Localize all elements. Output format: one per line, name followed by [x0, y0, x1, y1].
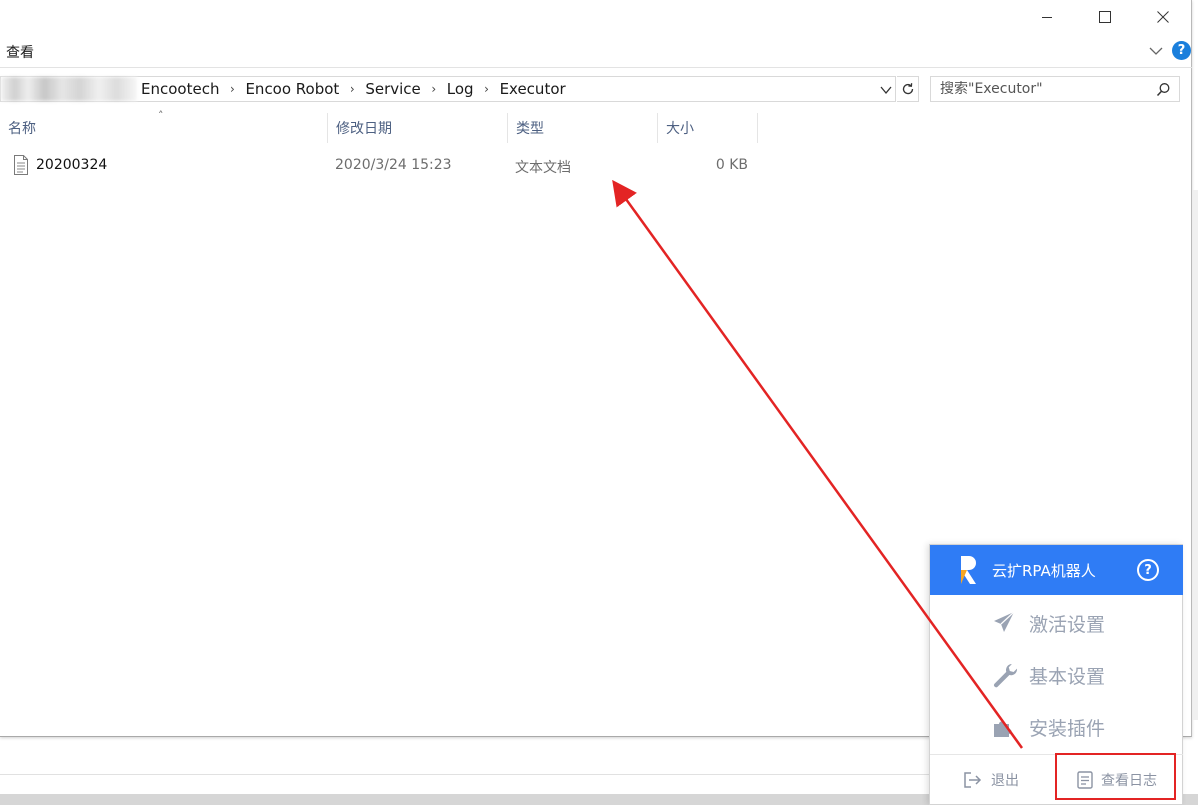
menu-item-basic-settings[interactable]: 基本设置 — [930, 649, 1183, 701]
search-input[interactable] — [940, 81, 1150, 97]
ribbon-tab-view[interactable]: 查看 — [6, 42, 34, 62]
chevron-right-icon[interactable]: › — [425, 82, 443, 96]
file-size: 0 KB — [715, 157, 748, 173]
wrench-icon — [993, 663, 1018, 688]
column-header-name-label: 名称 — [8, 121, 36, 137]
breadcrumb-log[interactable]: Log — [447, 80, 474, 98]
column-header-size[interactable]: 大小 — [658, 113, 758, 143]
rpa-menu-header: 云扩RPA机器人 ? — [930, 545, 1183, 595]
menu-item-label: 安装插件 — [1029, 718, 1106, 740]
chevron-right-icon[interactable]: › — [223, 82, 241, 96]
address-history-dropdown-icon[interactable] — [879, 83, 893, 97]
column-header-name[interactable]: 名称 — [0, 113, 328, 143]
minimize-icon — [1042, 17, 1052, 18]
breadcrumb-service[interactable]: Service — [365, 80, 420, 98]
breadcrumb-encoo-robot[interactable]: Encoo Robot — [245, 80, 339, 98]
search-box[interactable] — [930, 76, 1180, 102]
help-button[interactable]: ? — [1172, 41, 1191, 60]
rpa-menu-title: 云扩RPA机器人 — [992, 562, 1096, 580]
breadcrumb-executor[interactable]: Executor — [500, 80, 566, 98]
search-icon[interactable] — [1156, 82, 1171, 97]
column-header-date-label: 修改日期 — [336, 121, 392, 137]
column-header-date[interactable]: 修改日期 — [328, 113, 508, 143]
breadcrumb-encootech[interactable]: Encootech — [141, 80, 219, 98]
menu-item-label: 激活设置 — [1029, 614, 1106, 636]
puzzle-icon — [994, 721, 1012, 737]
background-window-edge — [1193, 190, 1198, 720]
close-button[interactable] — [1134, 0, 1192, 34]
paper-plane-icon — [994, 611, 1015, 632]
file-date: 2020/3/24 15:23 — [335, 157, 452, 173]
chevron-right-icon[interactable]: › — [343, 82, 361, 96]
file-name: 20200324 — [36, 157, 108, 173]
chevron-right-icon[interactable]: › — [478, 82, 496, 96]
column-header-size-label: 大小 — [666, 121, 694, 137]
maximize-icon — [1099, 11, 1111, 23]
chevron-down-icon[interactable] — [1148, 44, 1164, 58]
file-row[interactable]: 20200324 2020/3/24 15:23 文本文档 0 KB — [0, 152, 760, 180]
menu-item-install-plugins[interactable]: 安装插件 — [930, 701, 1183, 753]
maximize-button[interactable] — [1076, 0, 1134, 34]
background-divider — [0, 774, 930, 775]
annotation-highlight-box — [1055, 753, 1176, 800]
close-icon — [1157, 11, 1169, 23]
address-bar[interactable]: Encootech › Encoo Robot › Service › Log … — [0, 76, 896, 102]
logout-icon — [964, 772, 982, 788]
refresh-button[interactable] — [897, 76, 919, 102]
text-file-icon — [14, 155, 28, 175]
menu-item-label: 基本设置 — [1029, 666, 1106, 688]
column-header-type-label: 类型 — [516, 121, 544, 137]
refresh-icon — [902, 83, 913, 95]
rpa-help-button[interactable]: ? — [1137, 559, 1159, 581]
ribbon-divider — [0, 67, 1192, 68]
column-header-type[interactable]: 类型 — [508, 113, 658, 143]
file-type: 文本文档 — [515, 160, 571, 176]
minimize-button[interactable] — [1018, 0, 1076, 34]
screen: 查看 ? Encootech › Encoo Robot › Service ›… — [0, 0, 1198, 805]
exit-label: 退出 — [991, 773, 1019, 789]
blurred-path — [1, 77, 137, 101]
menu-item-activation[interactable]: 激活设置 — [930, 597, 1183, 649]
exit-button[interactable]: 退出 — [963, 757, 1019, 803]
encoo-logo-icon — [961, 556, 976, 584]
